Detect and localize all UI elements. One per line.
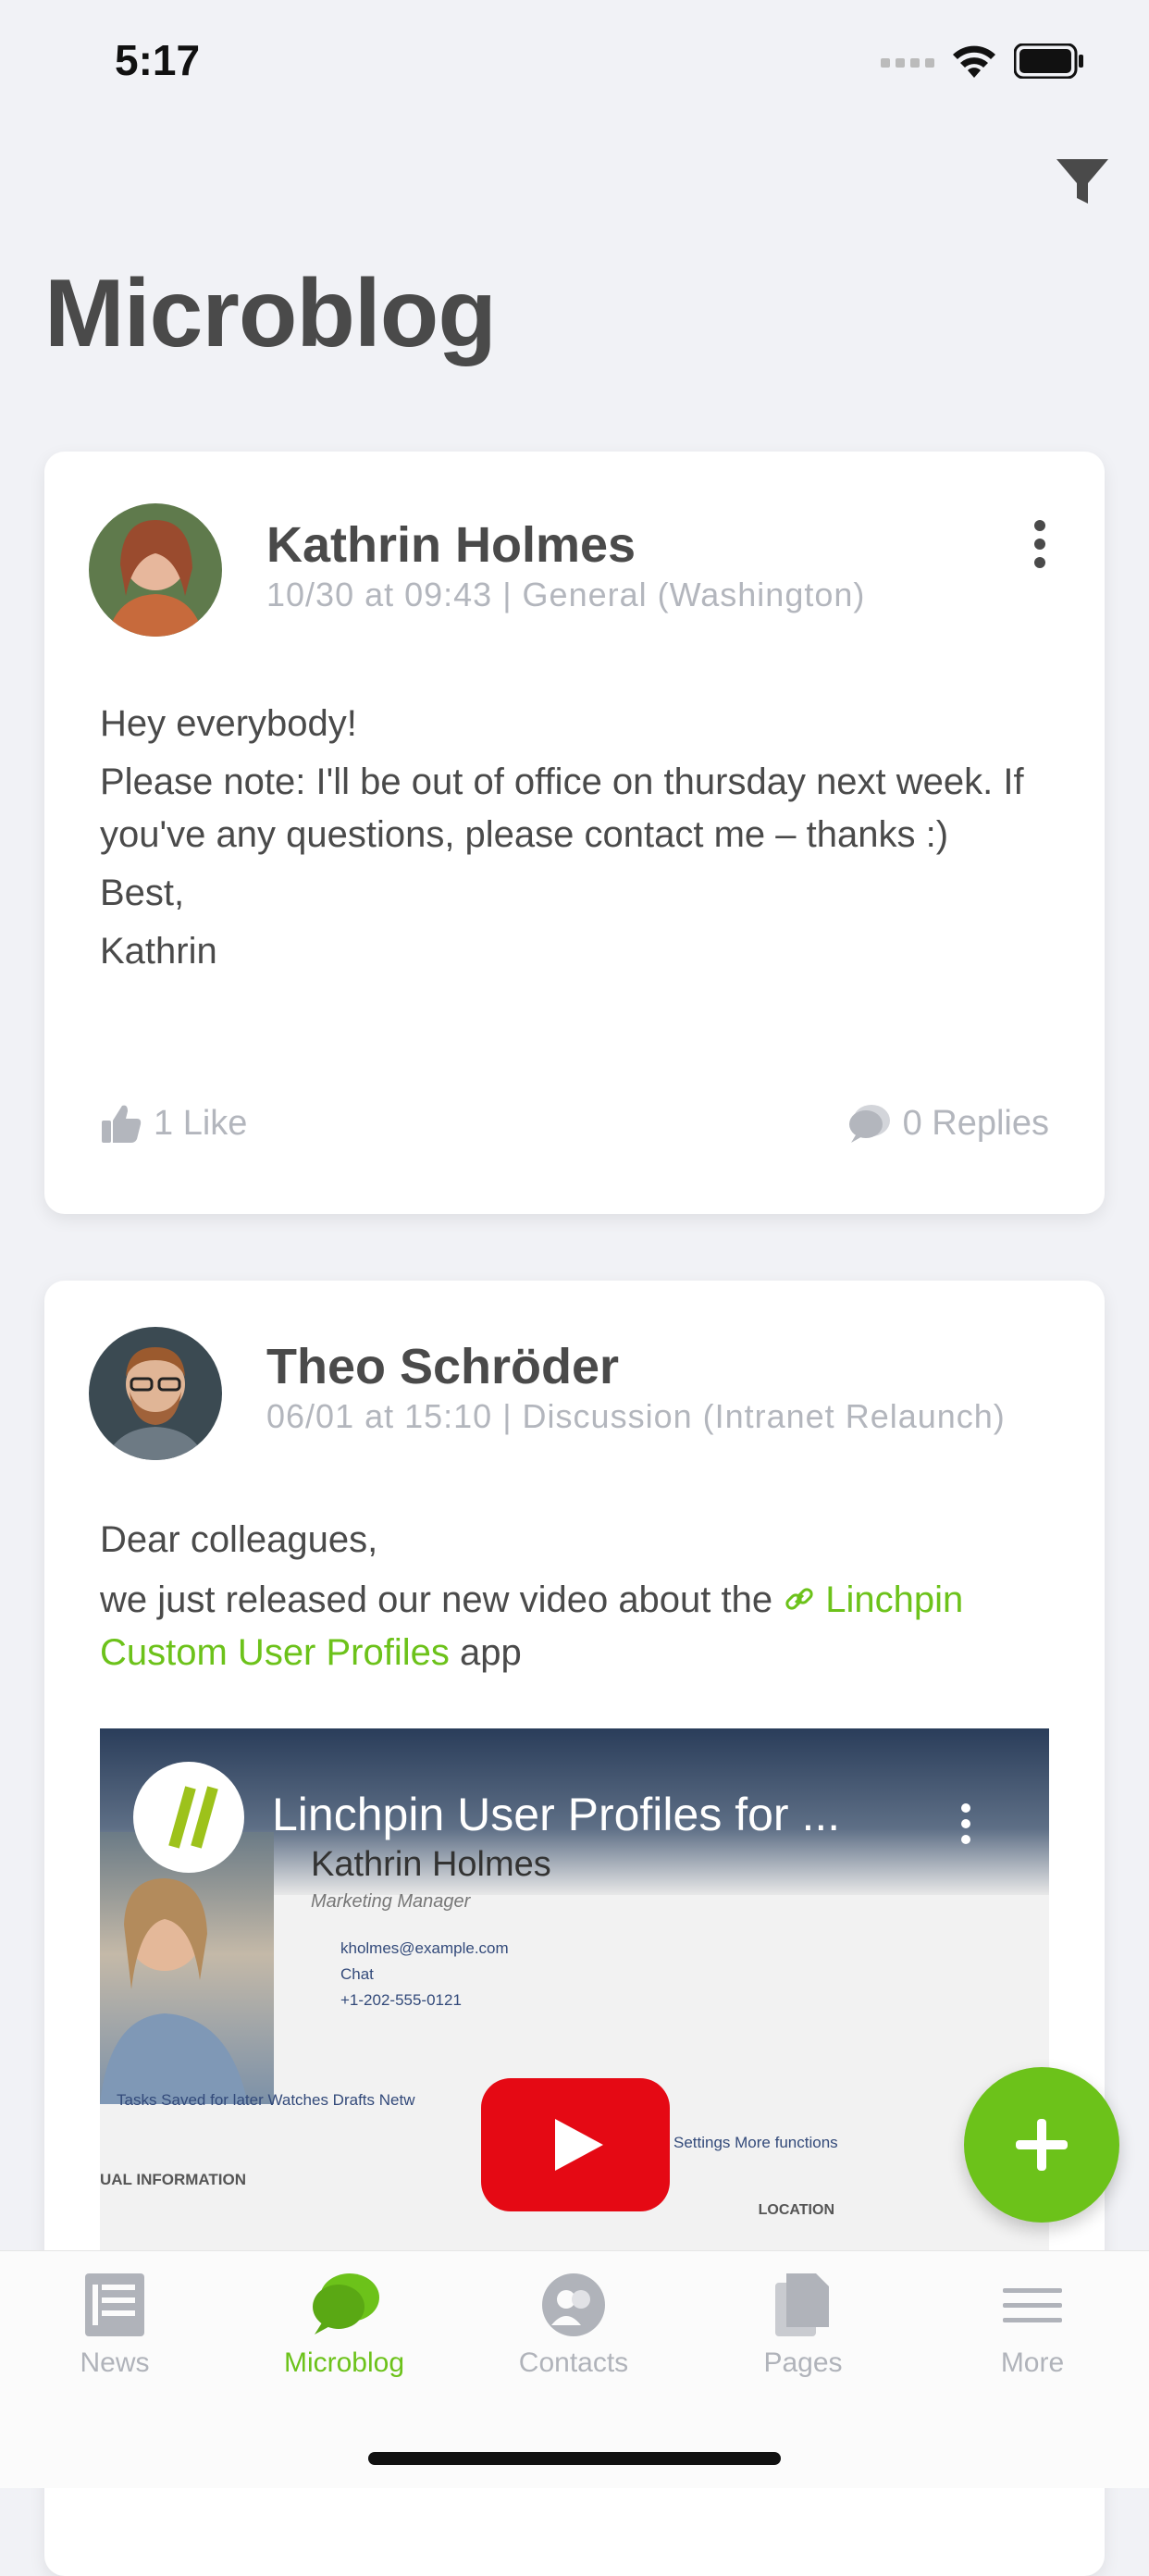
post-actions: 1 Like 0 Replies <box>100 1096 1049 1151</box>
tab-more[interactable]: More <box>940 2270 1125 2379</box>
pages-icon <box>775 2273 829 2336</box>
post-text: app <box>449 1632 522 1673</box>
video-profile-section: UAL INFORMATION <box>100 2171 247 2188</box>
post-line: we just released our new video about the… <box>100 1574 1049 1679</box>
status-time: 5:17 <box>115 36 201 84</box>
tab-label: Pages <box>763 2347 843 2378</box>
video-profile-email: kholmes@example.com <box>340 1939 509 1957</box>
post-meta: 06/01 at 15:10 | Discussion (Intranet Re… <box>266 1397 1006 1435</box>
video-title: Linchpin User Profiles for ... <box>272 1789 841 1840</box>
tab-label: News <box>80 2347 150 2378</box>
wifi-icon <box>953 45 995 78</box>
more-options-icon[interactable] <box>1031 516 1049 572</box>
post-card: Kathrin Holmes 10/30 at 09:43 | General … <box>44 452 1105 1214</box>
battery-icon <box>1014 43 1083 79</box>
replies-button[interactable]: 0 Replies <box>846 1102 1049 1145</box>
post-line: Please note: I'll be out of office on th… <box>100 762 1024 855</box>
status-icons <box>881 43 1084 80</box>
newspaper-icon <box>85 2273 144 2336</box>
video-profile-phone: +1-202-555-0121 <box>340 1991 462 2009</box>
post-body: Hey everybody! Please note: I'll be out … <box>100 698 1049 978</box>
like-button[interactable]: 1 Like <box>100 1102 247 1145</box>
video-thumbnail-person <box>100 1832 274 2104</box>
menu-icon <box>1003 2288 1062 2322</box>
home-indicator <box>368 2452 781 2465</box>
video-profile-subtitle: Marketing Manager <box>311 1891 471 1912</box>
video-profile-name: Kathrin Holmes <box>311 1845 551 1884</box>
tab-news[interactable]: News <box>22 2270 207 2379</box>
tab-label: More <box>1000 2347 1065 2378</box>
tab-pages[interactable]: Pages <box>710 2270 896 2379</box>
channel-logo-icon <box>133 1762 244 1873</box>
video-profile-location: LOCATION <box>758 2202 834 2218</box>
video-profile-tabs-right: Settings More functions <box>673 2134 838 2151</box>
avatar[interactable] <box>89 1327 222 1460</box>
post-line: Dear colleagues, <box>100 1519 378 1560</box>
post-meta: 10/30 at 09:43 | General (Washington) <box>266 576 866 613</box>
speech-bubble-icon <box>313 2273 379 2334</box>
author-name[interactable]: Kathrin Holmes <box>266 516 636 574</box>
tab-label: Microblog <box>283 2347 405 2378</box>
video-profile-chat: Chat <box>340 1965 374 1983</box>
post-text: we just released our new video about the <box>100 1579 784 1620</box>
contacts-icon <box>542 2273 605 2336</box>
tab-label: Contacts <box>518 2347 629 2378</box>
play-button[interactable] <box>481 2078 670 2211</box>
speech-bubble-icon <box>848 1105 890 1143</box>
page-title: Microblog <box>44 260 497 367</box>
post-line: Hey everybody! <box>100 703 357 744</box>
avatar[interactable] <box>89 503 222 637</box>
new-post-button[interactable] <box>964 2067 1119 2223</box>
reply-count: 0 Replies <box>902 1103 1049 1143</box>
link-icon <box>785 1588 813 1610</box>
video-more-icon[interactable] <box>957 1801 975 1847</box>
tab-contacts[interactable]: Contacts <box>481 2270 666 2379</box>
plus-icon <box>1016 2119 1068 2171</box>
thumbs-up-icon <box>102 1105 142 1143</box>
post-body: Dear colleagues, we just released our ne… <box>100 1514 1049 1679</box>
video-embed[interactable]: Linchpin User Profiles for ... Kathrin H… <box>100 1728 1049 2302</box>
like-count: 1 Like <box>154 1103 248 1143</box>
post-line: Best, <box>100 873 185 913</box>
signal-icon <box>881 58 934 68</box>
post-line: Kathrin <box>100 931 217 972</box>
video-profile-tabs: Tasks Saved for later Watches Drafts Net… <box>117 2091 415 2109</box>
tab-microblog[interactable]: Microblog <box>252 2270 437 2379</box>
author-name[interactable]: Theo Schröder <box>266 1338 619 1395</box>
filter-icon[interactable] <box>1053 152 1112 211</box>
